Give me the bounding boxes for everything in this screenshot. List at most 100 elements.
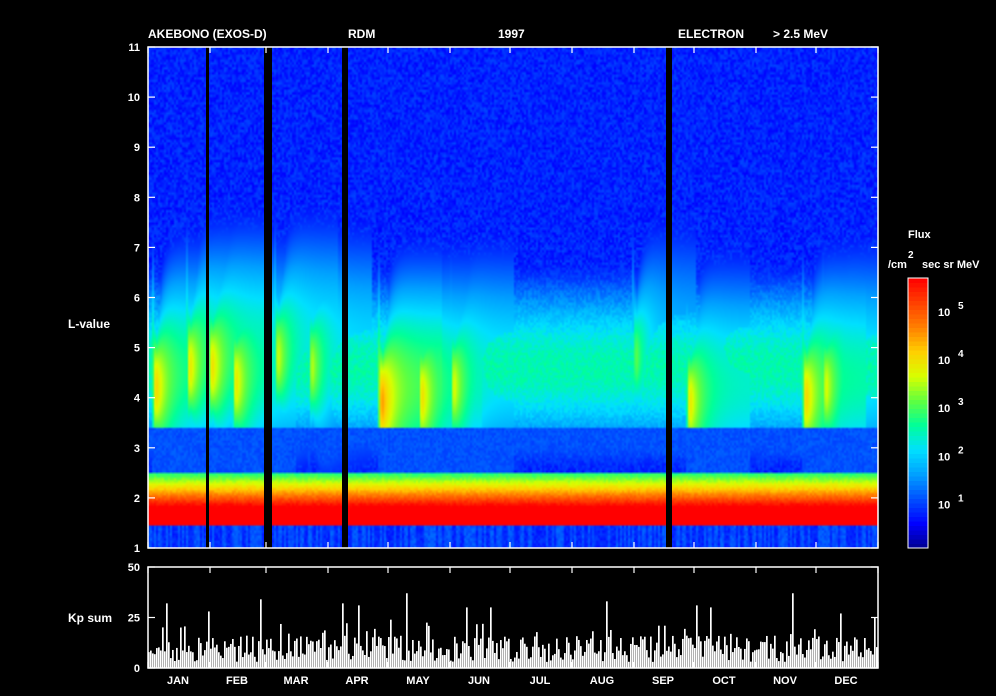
colorbar-cell	[908, 516, 928, 522]
kp-bar	[416, 651, 418, 668]
kp-bar	[232, 638, 234, 668]
heatmap-y-tick-label: 5	[134, 343, 140, 355]
kp-bar	[202, 655, 204, 668]
kp-bar	[196, 660, 198, 668]
kp-bar	[526, 646, 528, 668]
kp-bar	[576, 636, 578, 668]
heatmap-panel: 1 2 3 4 5 6 7 8 9 10 11 L-value	[68, 42, 879, 555]
kp-bar	[558, 649, 560, 668]
kp-bar	[858, 656, 860, 668]
colorbar-cell	[908, 291, 928, 297]
kp-bar	[406, 593, 408, 668]
kp-bar	[532, 646, 534, 668]
heatmap-y-tick-label: 9	[134, 142, 140, 154]
kp-bar	[794, 646, 796, 668]
kp-bar	[382, 645, 384, 668]
colorbar-tick-exponent: 1	[958, 494, 964, 505]
data-gap-thin	[206, 47, 209, 548]
header-mission: AKEBONO (EXOS-D)	[148, 27, 267, 41]
kp-bar	[674, 643, 676, 668]
kp-month-label: SEP	[652, 675, 674, 687]
colorbar-cell	[908, 453, 928, 459]
kp-bar	[404, 660, 406, 668]
kp-bar	[538, 647, 540, 668]
kp-bar	[762, 642, 764, 668]
kp-bar	[384, 646, 386, 668]
kp-bar	[864, 638, 866, 668]
kp-bar	[182, 650, 184, 668]
kp-bar	[668, 646, 670, 668]
colorbar-cell	[908, 300, 928, 306]
kp-bar	[336, 646, 338, 668]
kp-bar	[582, 655, 584, 668]
colorbar-cells	[908, 278, 928, 549]
kp-bar	[860, 652, 862, 668]
kp-bar	[398, 647, 400, 668]
kp-bar	[286, 653, 288, 668]
colorbar-cell	[908, 381, 928, 387]
colorbar-cell	[908, 462, 928, 468]
kp-bar	[686, 635, 688, 668]
kp-month-label: JUN	[468, 675, 490, 687]
kp-bar	[302, 653, 304, 668]
colorbar-tick-base: 10	[938, 451, 950, 463]
kp-bar	[372, 637, 374, 668]
kp-bar	[234, 646, 236, 668]
kp-bar	[774, 635, 776, 668]
kp-bar	[390, 619, 392, 668]
colorbar-cell	[908, 489, 928, 495]
kp-bar	[596, 653, 598, 668]
kp-bar	[728, 660, 730, 668]
kp-bar	[792, 593, 794, 668]
kp-bar	[334, 640, 336, 668]
kp-bar	[298, 656, 300, 668]
kp-bar	[646, 650, 648, 668]
kp-bar	[672, 635, 674, 668]
kp-bar	[590, 638, 592, 668]
kp-bar	[548, 643, 550, 668]
kp-bar	[810, 649, 812, 668]
kp-bar	[238, 645, 240, 668]
colorbar-cell	[908, 512, 928, 517]
kp-bar	[684, 628, 686, 668]
kp-bar	[544, 648, 546, 668]
kp-bar	[740, 648, 742, 668]
colorbar-cell	[908, 408, 928, 414]
colorbar-cell	[908, 498, 928, 504]
kp-bar	[804, 657, 806, 668]
kp-bar	[312, 641, 314, 668]
colorbar-cell	[908, 350, 928, 355]
kp-bar	[848, 654, 850, 668]
colorbar-cell	[908, 422, 928, 427]
kp-bar	[666, 650, 668, 668]
kp-bar	[296, 638, 298, 668]
colorbar-cell	[908, 318, 928, 324]
heatmap-y-tick-label: 2	[134, 493, 140, 505]
colorbar-tick-exponent: 5	[958, 301, 964, 312]
kp-bar	[824, 644, 826, 668]
colorbar-cell	[908, 476, 928, 481]
kp-bar	[784, 661, 786, 668]
kp-bar	[424, 650, 426, 668]
kp-bar	[184, 626, 186, 668]
kp-bar	[340, 646, 342, 668]
kp-bar	[172, 649, 174, 668]
kp-bar	[524, 643, 526, 668]
colorbar-cell	[908, 440, 928, 445]
kp-bar	[612, 653, 614, 668]
kp-bar	[214, 647, 216, 668]
kp-bar	[648, 657, 650, 668]
kp-bar	[408, 650, 410, 668]
kp-bar	[316, 641, 318, 668]
kp-bar	[790, 634, 792, 668]
kp-bar	[644, 636, 646, 668]
kp-bar	[414, 653, 416, 668]
kp-bar	[496, 643, 498, 668]
kp-bar	[194, 661, 196, 668]
kp-bar	[432, 639, 434, 668]
kp-bar	[422, 656, 424, 668]
colorbar-cell	[908, 341, 928, 346]
kp-bar	[374, 628, 376, 668]
kp-bar	[818, 636, 820, 668]
kp-bar	[700, 641, 702, 668]
